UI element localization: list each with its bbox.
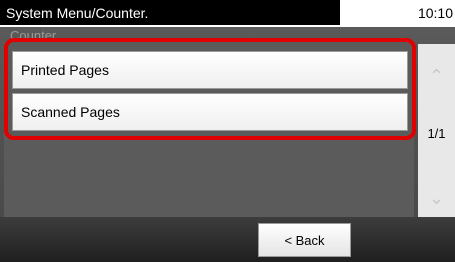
back-button[interactable]: < Back	[258, 223, 351, 257]
chevron-up-icon: ⌃	[428, 65, 445, 86]
menu-item-scanned-pages[interactable]: Scanned Pages	[12, 93, 408, 131]
menu-list: Printed Pages Scanned Pages	[4, 41, 414, 235]
chevron-down-icon: ⌄	[428, 187, 445, 208]
menu-item-printed-pages[interactable]: Printed Pages	[12, 51, 408, 89]
scroll-panel: ⌃ 1/1 ⌄	[418, 44, 455, 217]
title-strip: System Menu/Counter.	[0, 0, 340, 25]
main-screen: Counter Printed Pages Scanned Pages	[0, 27, 455, 235]
bottom-bar: < Back	[0, 217, 455, 262]
scroll-up-button[interactable]: ⌃	[418, 62, 455, 90]
menu-item-label: Printed Pages	[21, 62, 109, 78]
menu-item-label: Scanned Pages	[21, 104, 120, 120]
page-indicator: 1/1	[427, 126, 446, 141]
page-title: System Menu/Counter.	[6, 5, 149, 21]
scroll-down-button[interactable]: ⌄	[418, 184, 455, 212]
clock: 10:10	[417, 5, 453, 21]
